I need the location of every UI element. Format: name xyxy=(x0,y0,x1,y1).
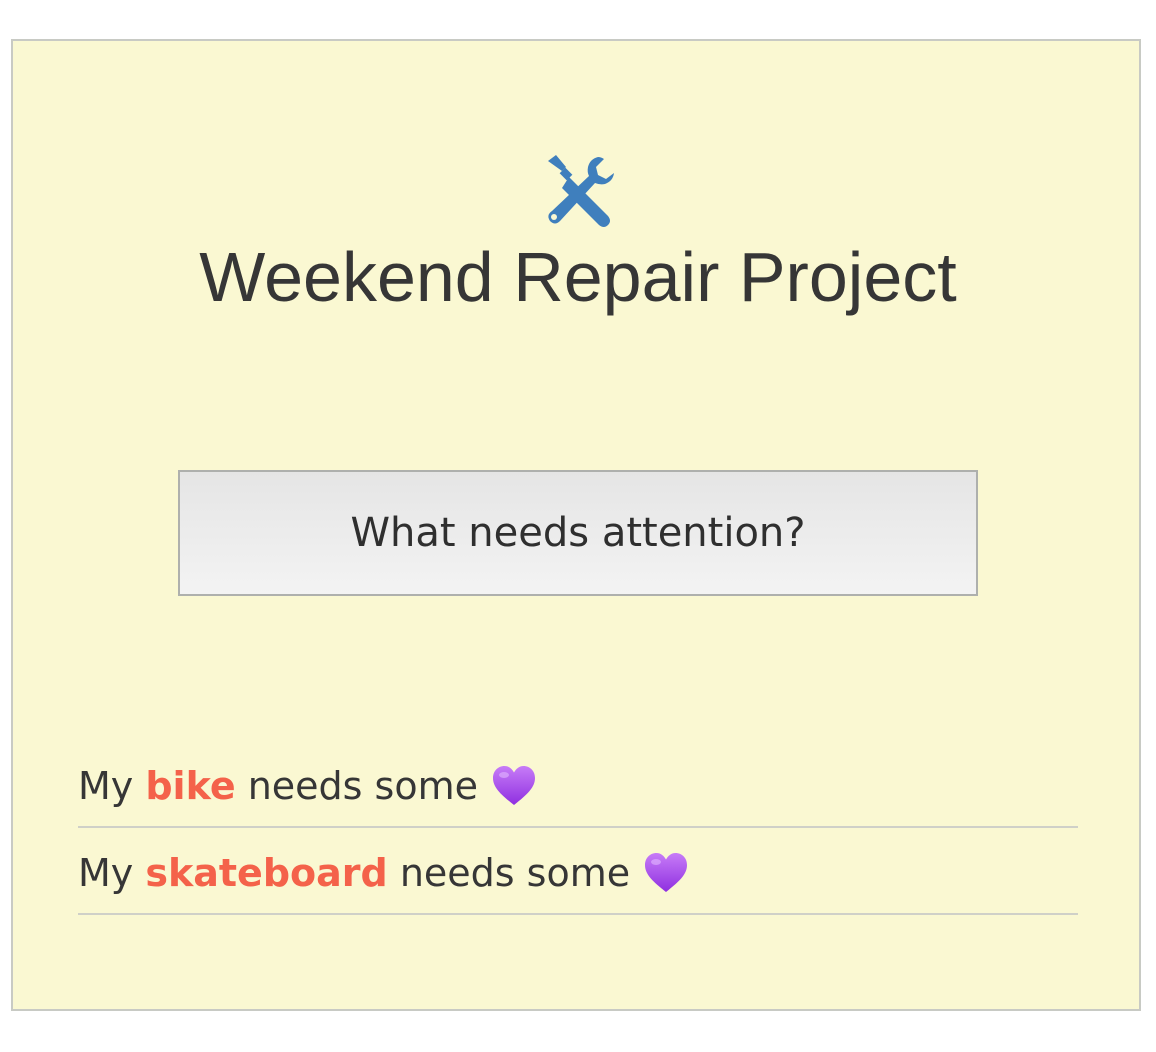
page-title: Weekend Repair Project xyxy=(199,238,957,316)
list-item: My bike needs some xyxy=(78,741,1078,828)
item-suffix: needs some xyxy=(387,850,631,895)
purple-heart-icon xyxy=(492,765,535,805)
what-needs-attention-button[interactable]: What needs attention? xyxy=(178,470,978,596)
item-prefix: My xyxy=(78,850,146,895)
item-name: skateboard xyxy=(145,850,388,895)
item-suffix: needs some xyxy=(235,763,478,808)
app-card: Weekend Repair Project What needs attent… xyxy=(11,39,1141,1011)
item-name: bike xyxy=(145,763,236,808)
item-prefix: My xyxy=(78,763,146,808)
repair-list: My bike needs some My skateboard needs s… xyxy=(78,741,1078,915)
tools-icon xyxy=(548,155,614,227)
list-item: My skateboard needs some xyxy=(78,828,1078,915)
purple-heart-icon xyxy=(645,852,688,892)
